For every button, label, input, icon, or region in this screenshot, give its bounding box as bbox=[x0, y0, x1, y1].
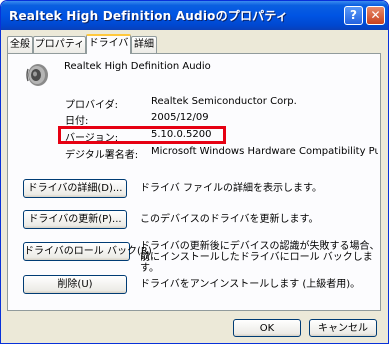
update-driver-description: このデバイスのドライバを更新します。 bbox=[140, 214, 319, 225]
device-name: Realtek High Definition Audio bbox=[64, 61, 211, 72]
tab-general[interactable]: 全般 bbox=[7, 36, 33, 53]
rollback-driver-button[interactable]: ドライバのロール バック(R) bbox=[23, 242, 152, 261]
provider-label: プロバイダ: bbox=[65, 100, 118, 111]
digital-signer-value: Microsoft Windows Hardware Compatibility… bbox=[151, 146, 378, 157]
help-button[interactable]: ? bbox=[344, 6, 363, 25]
rollback-driver-description-line2: 前にインストールしたドライバにロール バックします。 bbox=[140, 252, 373, 274]
properties-dialog: Realtek High Definition Audioのプロパティ ? ✕ … bbox=[0, 0, 389, 344]
provider-value: Realtek Semiconductor Corp. bbox=[151, 96, 297, 107]
date-value: 2005/12/09 bbox=[151, 112, 209, 123]
title-bar[interactable]: Realtek High Definition Audioのプロパティ ? ✕ bbox=[1, 1, 388, 30]
ok-button[interactable]: OK bbox=[233, 319, 301, 337]
driver-details-description: ドライバ ファイルの詳細を表示します。 bbox=[140, 183, 322, 194]
tab-properties[interactable]: プロパティ bbox=[33, 36, 86, 53]
date-label: 日付: bbox=[65, 116, 89, 127]
digital-signer-label: デジタル署名者: bbox=[65, 150, 139, 161]
driver-details-button[interactable]: ドライバの詳細(D)... bbox=[23, 179, 127, 198]
window-title: Realtek High Definition Audioのプロパティ bbox=[9, 9, 289, 23]
close-button[interactable]: ✕ bbox=[366, 6, 385, 25]
uninstall-driver-description: ドライバをアンインストールします (上級者用)。 bbox=[140, 279, 361, 290]
version-highlight-box bbox=[58, 126, 226, 144]
speaker-icon bbox=[26, 64, 48, 86]
update-driver-button[interactable]: ドライバの更新(P)... bbox=[23, 210, 127, 229]
cancel-button[interactable]: キャンセル bbox=[309, 319, 377, 337]
tab-driver[interactable]: ドライバ bbox=[86, 34, 131, 54]
uninstall-driver-button[interactable]: 削除(U) bbox=[23, 275, 127, 294]
driver-tab-panel: Realtek High Definition Audio プロバイダ: Rea… bbox=[7, 53, 381, 311]
tab-details[interactable]: 詳細 bbox=[131, 36, 157, 53]
